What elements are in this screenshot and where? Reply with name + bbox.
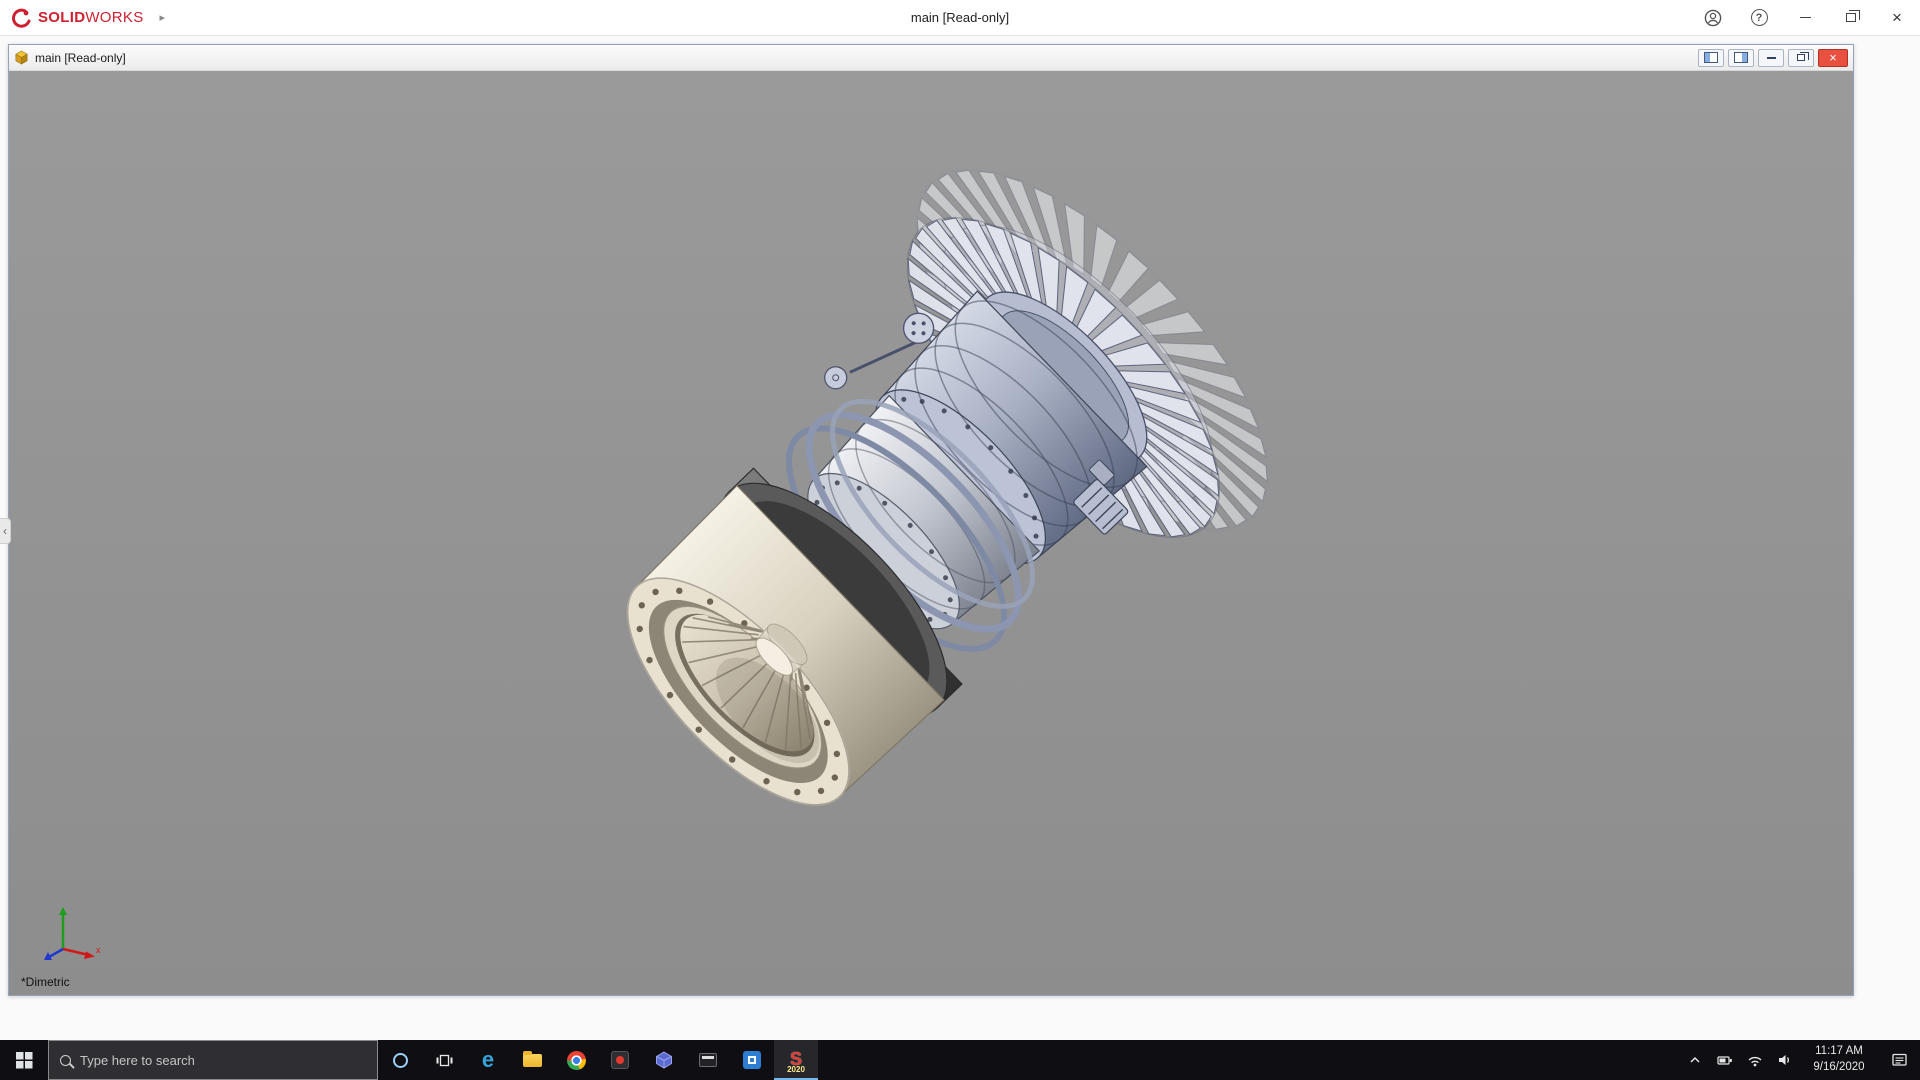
restore-button[interactable] xyxy=(1828,0,1874,36)
doc-close-button[interactable]: × xyxy=(1818,49,1848,67)
file-explorer-button[interactable] xyxy=(510,1040,554,1080)
battery-button[interactable] xyxy=(1710,1040,1740,1080)
close-icon: × xyxy=(1892,9,1902,26)
collapsed-panel-arrow[interactable]: ‹ xyxy=(0,518,11,544)
doc-close-icon: × xyxy=(1829,51,1837,64)
account-icon xyxy=(1704,9,1722,27)
doc-restore-icon xyxy=(1797,54,1805,61)
taskbar-clock[interactable]: 11:17 AM 9/16/2020 xyxy=(1800,1044,1878,1075)
tray-expand-button[interactable] xyxy=(1680,1040,1710,1080)
action-center-icon xyxy=(1891,1052,1908,1068)
doc-minimize-icon xyxy=(1767,57,1776,59)
document-window: main [Read-only] × xyxy=(8,44,1854,996)
mdi-area: main [Read-only] × xyxy=(0,36,1920,1040)
action-center-button[interactable] xyxy=(1878,1040,1920,1080)
engine-3d-render xyxy=(9,71,1853,995)
clock-date: 9/16/2020 xyxy=(1802,1060,1876,1076)
file-explorer-icon xyxy=(523,1054,542,1067)
solidworks-taskbar-button[interactable]: S 2020 xyxy=(774,1040,818,1080)
red-tool-button[interactable] xyxy=(598,1040,642,1080)
restore-icon xyxy=(1846,13,1856,22)
chevron-up-icon xyxy=(1688,1053,1702,1067)
snip-tool-button[interactable] xyxy=(686,1040,730,1080)
help-icon: ? xyxy=(1751,9,1768,26)
dark-window-icon xyxy=(699,1053,717,1067)
taskbar-pinned-apps: e S 2020 xyxy=(378,1040,818,1080)
orientation-triad: x xyxy=(33,897,103,967)
minimize-icon xyxy=(1800,17,1811,19)
solidworks-version-badge: 2020 xyxy=(787,1065,805,1074)
taskbar-search-box[interactable] xyxy=(48,1040,378,1080)
dassault-logo-icon xyxy=(10,7,32,29)
blue-app-button[interactable] xyxy=(730,1040,774,1080)
minimize-button[interactable] xyxy=(1782,0,1828,36)
blue-app-icon xyxy=(743,1051,761,1069)
windows-logo-icon xyxy=(16,1052,33,1069)
window-title: main [Read-only] xyxy=(0,10,1920,25)
cortana-button[interactable] xyxy=(378,1040,422,1080)
windows-taskbar: e S 2020 xyxy=(0,1040,1920,1080)
edrawings-button[interactable] xyxy=(642,1040,686,1080)
window-split-left-icon xyxy=(1704,52,1718,63)
speaker-icon xyxy=(1777,1053,1793,1067)
cube-app-icon xyxy=(655,1051,673,1069)
close-button[interactable]: × xyxy=(1874,0,1920,36)
document-window-controls: × xyxy=(1698,49,1848,67)
doc-layout-right-button[interactable] xyxy=(1728,49,1754,67)
chrome-button[interactable] xyxy=(554,1040,598,1080)
document-titlebar: main [Read-only] × xyxy=(9,45,1853,71)
view-orientation-label: *Dimetric xyxy=(21,975,70,989)
start-button[interactable] xyxy=(0,1040,48,1080)
search-input[interactable] xyxy=(80,1053,366,1068)
doc-restore-button[interactable] xyxy=(1788,49,1814,67)
volume-button[interactable] xyxy=(1770,1040,1800,1080)
brand-wordmark: SOLIDWORKS xyxy=(38,9,144,26)
task-view-icon xyxy=(436,1053,453,1068)
window-controls: ? × xyxy=(1690,0,1920,36)
task-view-button[interactable] xyxy=(422,1040,466,1080)
wifi-icon xyxy=(1747,1053,1763,1067)
system-tray: 11:17 AM 9/16/2020 xyxy=(1680,1040,1920,1080)
svg-text:x: x xyxy=(96,945,101,955)
window-split-right-icon xyxy=(1734,52,1748,63)
account-button[interactable] xyxy=(1690,0,1736,36)
part-document-icon xyxy=(14,50,29,65)
help-button[interactable]: ? xyxy=(1736,0,1782,36)
solidworks-brand: SOLIDWORKS ▸ xyxy=(0,7,165,29)
search-icon xyxy=(60,1055,71,1066)
app-titlebar: SOLIDWORKS ▸ main [Read-only] ? × xyxy=(0,0,1920,36)
network-button[interactable] xyxy=(1740,1040,1770,1080)
edge-button[interactable]: e xyxy=(466,1040,510,1080)
solidworks-app-icon: S 2020 xyxy=(781,1044,811,1074)
battery-icon xyxy=(1717,1053,1733,1067)
cortana-icon xyxy=(393,1053,408,1068)
menu-expand-arrow-icon[interactable]: ▸ xyxy=(160,11,166,24)
red-tool-icon xyxy=(611,1051,629,1069)
edge-icon: e xyxy=(482,1047,494,1073)
doc-layout-left-button[interactable] xyxy=(1698,49,1724,67)
graphics-viewport[interactable]: x *Dimetric xyxy=(9,71,1853,995)
doc-minimize-button[interactable] xyxy=(1758,49,1784,67)
chrome-icon xyxy=(567,1051,586,1070)
clock-time: 11:17 AM xyxy=(1802,1044,1876,1060)
jet-engine-model xyxy=(533,115,1323,901)
document-title: main [Read-only] xyxy=(35,51,126,65)
